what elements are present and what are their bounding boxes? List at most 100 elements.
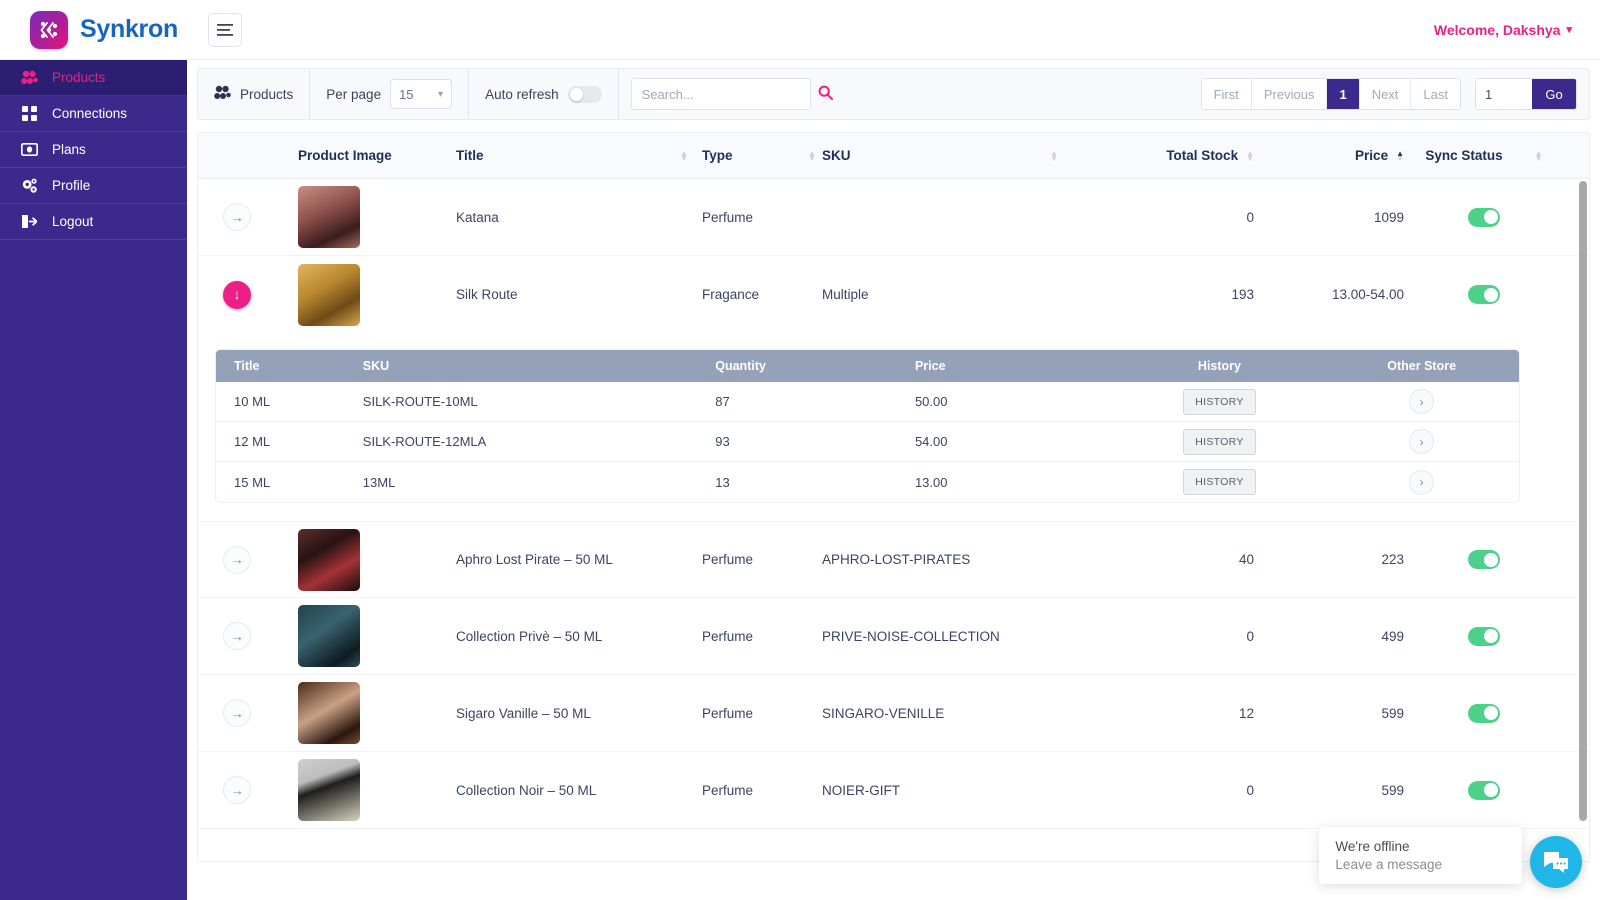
header-sync-status[interactable]: Sync Status ▲ ▼: [1404, 148, 1564, 163]
page-current-button[interactable]: 1: [1327, 79, 1360, 109]
per-page-select[interactable]: 15 ▾: [390, 79, 453, 109]
variant-row[interactable]: 15 ML 13ML 13 13.00 HISTORY ›: [216, 462, 1519, 502]
sidebar-item-label: Profile: [52, 178, 91, 193]
go-button[interactable]: Go: [1532, 79, 1576, 109]
product-thumbnail: [298, 186, 360, 248]
user-menu[interactable]: Welcome, Dakshya ▾: [1434, 22, 1572, 38]
products-toolbar: Products Per page 15 ▾ Auto refresh Sear…: [197, 68, 1590, 120]
product-total-stock: 0: [1246, 782, 1254, 798]
sync-toggle[interactable]: [1468, 550, 1500, 569]
sidebar-item-logout[interactable]: Logout: [0, 204, 187, 240]
chat-bubbles-icon[interactable]: [1530, 836, 1582, 888]
variant-row[interactable]: 12 ML SILK-ROUTE-12MLA 93 54.00 HISTORY …: [216, 422, 1519, 462]
brand: Synkron: [30, 10, 178, 49]
sidebar: Products Connections Plans Profile Logou…: [0, 60, 187, 900]
product-thumbnail: [298, 682, 360, 744]
auto-refresh-toggle[interactable]: [567, 85, 602, 103]
sidebar-item-label: Products: [52, 70, 106, 85]
sort-icon[interactable]: ▲ ▼: [1535, 149, 1543, 162]
chevron-right-icon[interactable]: ›: [1409, 469, 1435, 495]
variants-header-title: Title: [234, 359, 260, 373]
page-first-button[interactable]: First: [1201, 79, 1252, 109]
arrow-down-icon[interactable]: ↓: [223, 280, 251, 309]
table-row[interactable]: ↓ Silk Route Fragance Multiple 193 13.00…: [198, 256, 1589, 333]
sort-icon[interactable]: ▲ ▼: [808, 149, 816, 162]
header-title[interactable]: Title ▲ ▼: [456, 148, 702, 163]
sidebar-item-connections[interactable]: Connections: [0, 96, 187, 132]
table-row[interactable]: → Sigaro Vanille – 50 ML Perfume SINGARO…: [198, 675, 1589, 752]
product-title: Sigaro Vanille – 50 ML: [456, 705, 591, 721]
page-last-button[interactable]: Last: [1411, 79, 1460, 109]
sync-toggle[interactable]: [1468, 207, 1500, 227]
product-price: 499: [1381, 628, 1404, 644]
table-row[interactable]: → Aphro Lost Pirate – 50 ML Perfume APHR…: [198, 521, 1589, 598]
sidebar-item-plans[interactable]: Plans: [0, 132, 187, 168]
sync-toggle[interactable]: [1468, 703, 1500, 723]
products-table: Product Image Title ▲ ▼ Type ▲ ▼ SKU ▲ ▼ To…: [197, 132, 1590, 862]
header-type[interactable]: Type ▲ ▼: [702, 148, 822, 163]
sort-icon[interactable]: ▲ ▼: [1050, 149, 1058, 162]
table-row[interactable]: → Collection Privè – 50 ML Perfume PRIVE…: [198, 598, 1589, 675]
arrow-right-icon[interactable]: →: [223, 545, 251, 574]
product-type: Perfume: [702, 782, 754, 798]
product-price: 223: [1381, 552, 1404, 567]
header-sku[interactable]: SKU ▲ ▼: [822, 148, 1074, 163]
search-box[interactable]: [630, 78, 833, 110]
table-header-row: Product Image Title ▲ ▼ Type ▲ ▼ SKU ▲ ▼ To…: [198, 133, 1589, 179]
arrow-right-icon[interactable]: →: [223, 203, 251, 231]
chevron-right-icon[interactable]: ›: [1409, 389, 1435, 414]
welcome-label: Welcome, Dakshya: [1433, 21, 1561, 38]
sidebar-item-profile[interactable]: Profile: [0, 168, 187, 204]
product-thumbnail: [298, 759, 360, 821]
header-total-stock[interactable]: Total Stock ▲ ▼: [1074, 148, 1254, 163]
table-row[interactable]: → Katana Perfume 0 1099: [198, 179, 1589, 256]
sort-icon[interactable]: ▲ ▼: [680, 149, 688, 162]
search-input[interactable]: [641, 86, 818, 102]
sync-toggle[interactable]: [1468, 780, 1500, 800]
product-title: Aphro Lost Pirate – 50 ML: [456, 552, 613, 567]
variant-sku: SILK-ROUTE-12MLA: [362, 434, 487, 449]
expand-cell: →: [198, 203, 276, 231]
sync-toggle[interactable]: [1468, 285, 1500, 304]
goto-page-input[interactable]: [1476, 79, 1532, 109]
search-group: [619, 68, 833, 120]
page-next-button[interactable]: Next: [1359, 79, 1412, 109]
history-button[interactable]: HISTORY: [1183, 469, 1256, 495]
history-button[interactable]: HISTORY: [1183, 428, 1256, 455]
product-type: Perfume: [702, 628, 754, 644]
product-sku: APHRO-LOST-PIRATES: [822, 552, 971, 567]
sort-icon[interactable]: ▲ ▼: [1396, 149, 1404, 162]
header-price[interactable]: Price ▲ ▼: [1254, 148, 1404, 163]
history-button[interactable]: HISTORY: [1183, 388, 1256, 415]
products-icon: [20, 70, 38, 85]
per-page-value: 15: [399, 86, 414, 102]
product-total-stock: 12: [1238, 705, 1254, 721]
arrow-right-icon[interactable]: →: [223, 622, 251, 650]
table-scrollbar[interactable]: [1579, 181, 1587, 853]
variant-quantity: 13: [715, 474, 730, 490]
sidebar-item-products[interactable]: Products: [0, 60, 187, 96]
chat-offline-tooltip[interactable]: We're offline Leave a message: [1319, 827, 1522, 884]
variant-row[interactable]: 10 ML SILK-ROUTE-10ML 87 50.00 HISTORY ›: [216, 382, 1519, 422]
search-icon[interactable]: [818, 85, 833, 103]
variants-panel: Title SKU Quantity Price History Other S…: [198, 333, 1589, 521]
per-page-group: Per page 15 ▾: [310, 68, 470, 120]
hamburger-icon[interactable]: [207, 12, 242, 47]
product-thumbnail: [298, 263, 360, 326]
chevron-right-icon[interactable]: ›: [1409, 429, 1435, 454]
arrow-right-icon[interactable]: →: [223, 699, 251, 727]
sync-toggle[interactable]: [1468, 626, 1500, 646]
variant-title: 12 ML: [234, 434, 271, 449]
product-thumbnail: [298, 605, 360, 667]
main-content: Products Per page 15 ▾ Auto refresh Sear…: [187, 60, 1600, 900]
page-previous-button[interactable]: Previous: [1251, 79, 1328, 109]
scrollbar-thumb[interactable]: [1579, 181, 1587, 821]
product-price: 13.00-54.00: [1331, 287, 1404, 302]
sidebar-item-label: Connections: [52, 106, 128, 121]
header-product-image: Product Image: [298, 148, 392, 163]
product-title: Katana: [456, 209, 499, 225]
sort-icon[interactable]: ▲ ▼: [1246, 149, 1254, 162]
table-row[interactable]: → Collection Noir – 50 ML Perfume NOIER-…: [198, 752, 1589, 829]
arrow-right-icon[interactable]: →: [223, 776, 251, 804]
variant-sku: SILK-ROUTE-10ML: [362, 394, 478, 409]
